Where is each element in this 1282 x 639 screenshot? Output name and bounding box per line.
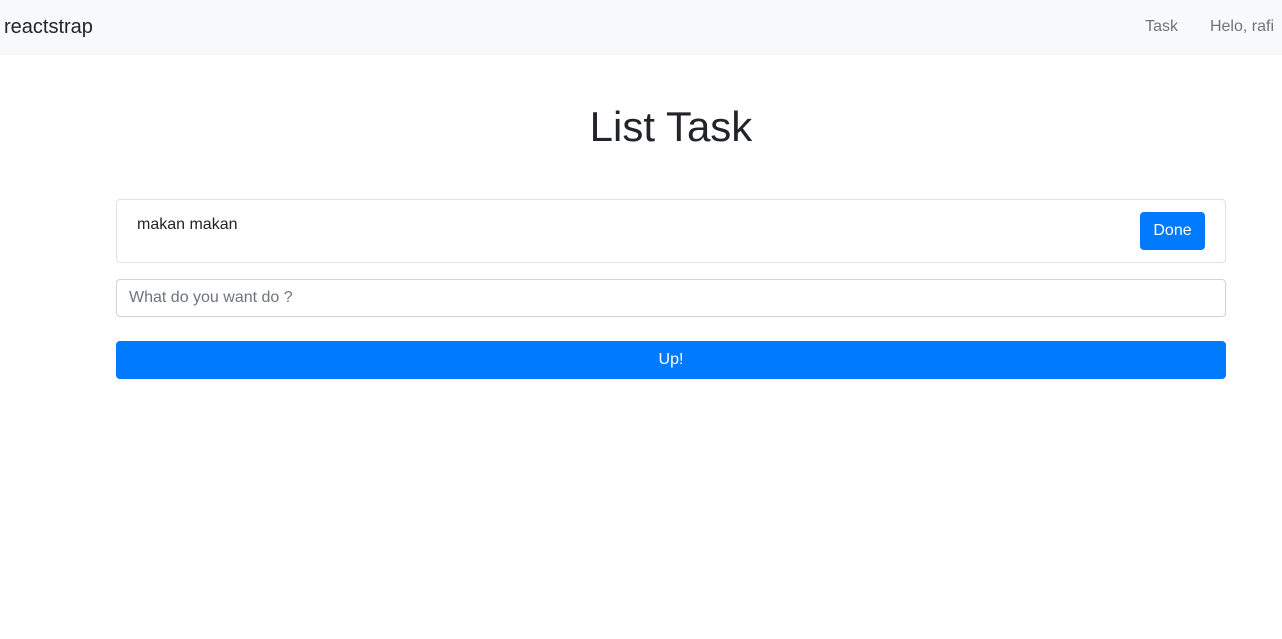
done-button[interactable]: Done xyxy=(1140,212,1205,250)
submit-button[interactable]: Up! xyxy=(116,341,1226,379)
task-text: makan makan xyxy=(137,216,238,233)
task-input[interactable] xyxy=(116,279,1226,317)
nav-link-task[interactable]: Task xyxy=(1145,17,1178,37)
task-list-item: makan makan Done xyxy=(116,199,1226,263)
nav-link-user[interactable]: Helo, rafi xyxy=(1210,17,1274,37)
page-title: List Task xyxy=(589,103,753,150)
navbar: reactstrap Task Helo, rafi xyxy=(0,0,1282,55)
navbar-brand[interactable]: reactstrap xyxy=(4,14,93,40)
